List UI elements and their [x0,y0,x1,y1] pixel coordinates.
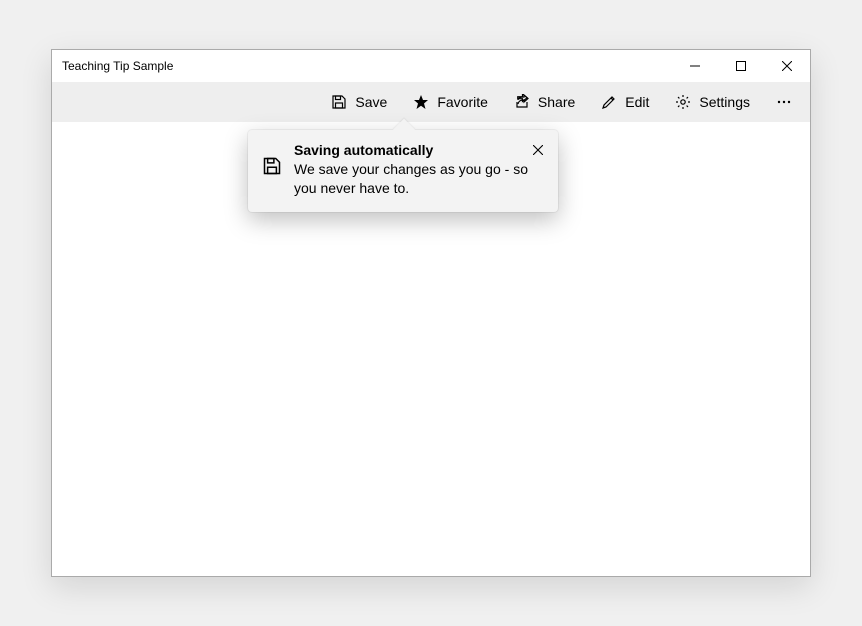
settings-label: Settings [699,94,750,110]
content-area: Saving automatically We save your change… [52,122,810,576]
pencil-icon [601,94,617,110]
save-button[interactable]: Save [319,84,399,120]
share-button[interactable]: Share [502,84,587,120]
star-icon [413,94,429,110]
app-window: Teaching Tip Sample [51,49,811,577]
window-controls [672,50,810,82]
share-icon [514,94,530,110]
close-button[interactable] [764,50,810,82]
share-label: Share [538,94,575,110]
window-title: Teaching Tip Sample [62,59,173,73]
teaching-tip-title: Saving automatically [294,142,544,158]
close-icon [533,145,543,155]
maximize-button[interactable] [718,50,764,82]
teaching-tip-body: Saving automatically We save your change… [294,142,544,198]
teaching-tip-text: We save your changes as you go - so you … [294,160,544,198]
gear-icon [675,94,691,110]
favorite-button[interactable]: Favorite [401,84,500,120]
teaching-tip-close-button[interactable] [528,140,548,160]
close-icon [782,61,792,71]
save-label: Save [355,94,387,110]
save-icon [331,94,347,110]
teaching-tip: Saving automatically We save your change… [248,130,558,212]
more-icon [776,94,792,110]
more-button[interactable] [764,84,804,120]
edit-label: Edit [625,94,649,110]
maximize-icon [736,61,746,71]
favorite-label: Favorite [437,94,488,110]
toolbar: Save Favorite Share [52,82,810,122]
titlebar: Teaching Tip Sample [52,50,810,82]
minimize-icon [690,61,700,71]
save-icon [262,156,282,176]
edit-button[interactable]: Edit [589,84,661,120]
settings-button[interactable]: Settings [663,84,762,120]
minimize-button[interactable] [672,50,718,82]
